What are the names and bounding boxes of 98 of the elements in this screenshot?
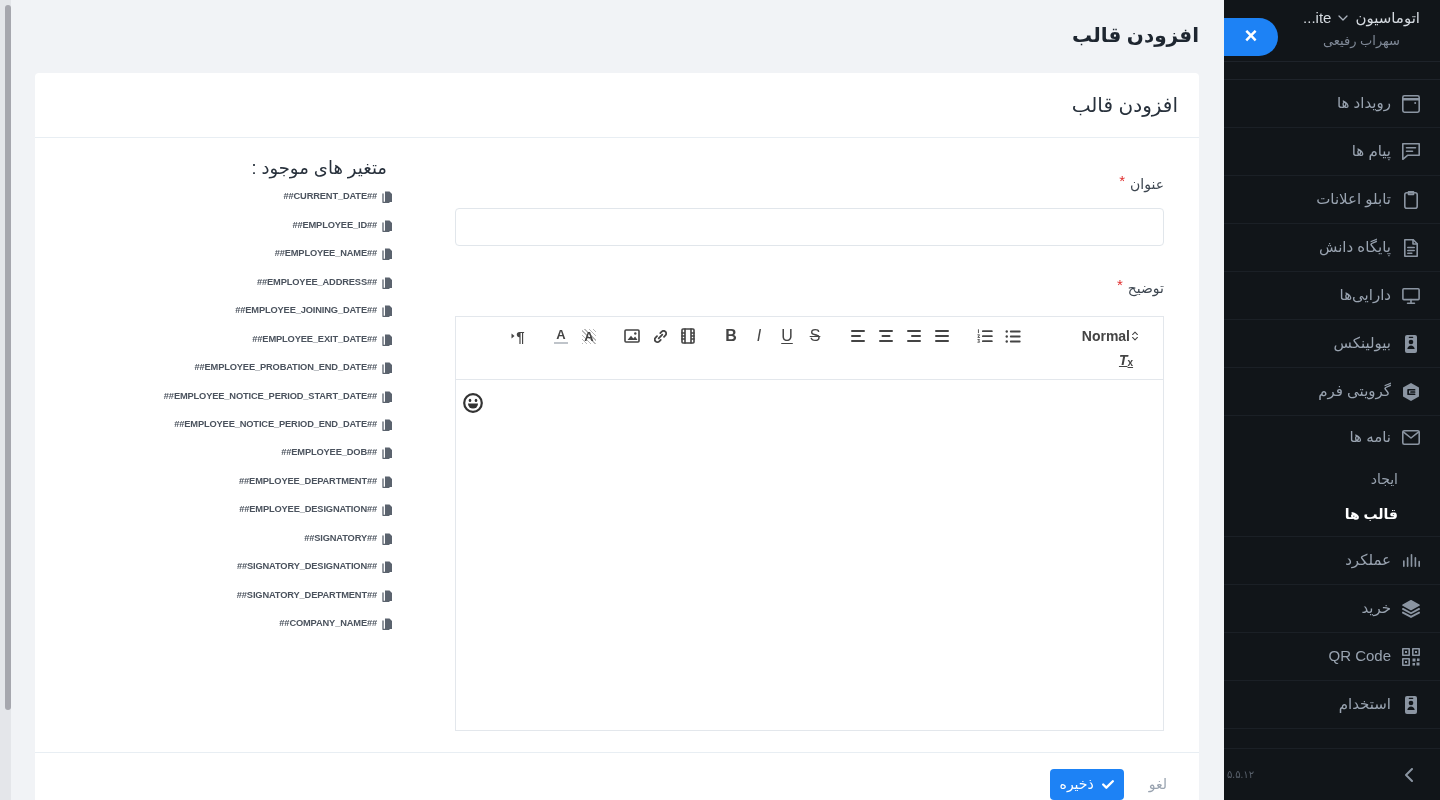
copy-icon[interactable] [382, 305, 392, 318]
variable-name: ##EMPLOYEE_NAME## [274, 247, 377, 261]
sidebar-item[interactable]: استخدام [1224, 681, 1440, 728]
smiley-icon[interactable] [463, 393, 483, 413]
align-justify-icon [935, 330, 949, 342]
background-color-button[interactable]: A [575, 324, 603, 348]
copy-icon[interactable] [382, 504, 392, 517]
message-icon [1402, 143, 1420, 160]
variable-name: ##EMPLOYEE_ID## [292, 218, 377, 232]
bold-button[interactable]: B [717, 324, 745, 348]
link-icon [653, 329, 667, 343]
version-text: ۵.۵.۱۲ [1227, 768, 1255, 782]
qr-code-icon [1402, 647, 1420, 666]
caret-icon [1132, 331, 1138, 341]
id-badge-icon [1405, 334, 1417, 353]
heading-picker[interactable]: Normal [1042, 324, 1140, 348]
calendar-icon [1402, 94, 1420, 113]
copy-icon[interactable] [382, 532, 392, 545]
sidebar-item[interactable]: تابلو اعلانات [1224, 176, 1440, 223]
copy-icon[interactable] [382, 362, 392, 375]
italic-button[interactable]: I [745, 324, 773, 348]
envelope-icon [1402, 430, 1420, 445]
strike-button[interactable]: S [801, 324, 829, 348]
monitor-icon [1402, 287, 1420, 304]
variable-name: ##EMPLOYEE_JOINING_DATE## [235, 304, 377, 318]
sidebar-item[interactable]: خرید [1224, 585, 1440, 632]
sidebar-item[interactable]: پایگاه دانش [1224, 224, 1440, 271]
sidebar-item[interactable]: رویداد ها [1224, 80, 1440, 127]
close-button[interactable]: × [1224, 18, 1278, 56]
image-icon [624, 329, 640, 343]
copy-icon[interactable] [382, 333, 392, 346]
editor-input[interactable] [455, 380, 1164, 731]
copy-icon[interactable] [382, 191, 392, 204]
scrollbar-thumb[interactable] [5, 5, 11, 710]
variable-name: ##SIGNATORY## [304, 531, 377, 545]
copy-icon[interactable] [382, 618, 392, 631]
variable-name: ##EMPLOYEE_DOB## [281, 446, 377, 460]
copy-icon[interactable] [382, 419, 392, 431]
variable-name: ##CURRENT_DATE## [283, 190, 377, 204]
text-color-button[interactable]: A [547, 324, 575, 348]
check-icon [1101, 780, 1114, 789]
id-badge-icon [1405, 695, 1417, 714]
variable-name: ##EMPLOYEE_ADDRESS## [257, 275, 377, 289]
copy-icon[interactable] [382, 589, 392, 602]
chevron-down-icon[interactable] [1338, 15, 1349, 21]
variable-name: ##COMPANY_NAME## [279, 617, 377, 631]
align-left-icon [851, 330, 865, 342]
field-label: توضیح [1127, 279, 1164, 298]
layers-icon [1402, 599, 1420, 618]
variable-name: ##EMPLOYEE_NOTICE_PERIOD_END_DATE## [174, 418, 377, 431]
copy-icon[interactable] [382, 248, 392, 261]
variable-name: ##EMPLOYEE_DEPARTMENT## [239, 474, 377, 488]
align-right-icon [907, 330, 921, 342]
triangle-icon [511, 333, 516, 339]
variables-heading: متغیر های موجود : [251, 157, 387, 180]
field-label: عنوان [1130, 175, 1164, 194]
variable-name: ##EMPLOYEE_PROBATION_END_DATE## [194, 361, 377, 375]
drawer-title: افزودن قالب [1072, 23, 1199, 49]
sidebar-item[interactable]: پیام ها [1224, 128, 1440, 175]
text-input[interactable] [455, 208, 1164, 246]
sidebar-item[interactable]: عملکرد [1224, 537, 1440, 584]
copy-icon[interactable] [382, 561, 392, 574]
sidebar-item[interactable]: گرویتی فرم [1224, 368, 1440, 415]
required-mark: * [1119, 174, 1125, 188]
film-strip-icon [681, 328, 695, 344]
variable-name: ##EMPLOYEE_EXIT_DATE## [252, 332, 377, 346]
numbered-list-icon [977, 329, 993, 343]
bullet-list-icon [1005, 329, 1021, 343]
hexagon-icon [1403, 382, 1419, 401]
save-button[interactable]: ذخیره [1049, 769, 1124, 800]
align-center-icon [879, 330, 893, 342]
variable-name: ##SIGNATORY_DESIGNATION## [236, 560, 377, 574]
sidebar-item[interactable]: بیولینکس [1224, 320, 1440, 367]
required-mark: * [1116, 278, 1123, 292]
sidebar-subitem[interactable]: قالب ها [1344, 497, 1398, 532]
dropdown-text: ...ite [1303, 8, 1332, 28]
underline-button[interactable]: U [773, 324, 801, 348]
variable-name: ##SIGNATORY_DEPARTMENT## [236, 588, 377, 602]
sidebar-item[interactable]: نامه ها [1224, 416, 1440, 459]
variable-name: ##EMPLOYEE_DESIGNATION## [239, 503, 377, 517]
variable-name: ##EMPLOYEE_NOTICE_PERIOD_START_DATE## [163, 389, 377, 403]
chevron-left-icon[interactable] [1405, 767, 1413, 782]
document-icon [1404, 238, 1418, 257]
copy-icon[interactable] [382, 276, 392, 289]
user-name: سهراب رفیعی [1322, 32, 1400, 50]
copy-icon[interactable] [382, 475, 392, 488]
sidebar-subitem[interactable]: ایجاد [1370, 462, 1398, 497]
copy-icon[interactable] [382, 447, 392, 460]
clear-format-button[interactable]: T$_{x}$ [1112, 348, 1140, 372]
bar-chart-icon [1402, 554, 1420, 567]
clipboard-icon [1404, 190, 1418, 209]
sidebar-item[interactable]: دارایی‌ها [1224, 272, 1440, 319]
copy-icon[interactable] [382, 390, 392, 403]
copy-icon[interactable] [382, 219, 392, 232]
workspace-title: اتوماسیون [1355, 8, 1420, 29]
card-title: افزودن قالب [1071, 93, 1178, 119]
text-direction-button[interactable]: ¶ [504, 324, 532, 348]
sidebar-item[interactable]: QR Code [1224, 633, 1440, 680]
